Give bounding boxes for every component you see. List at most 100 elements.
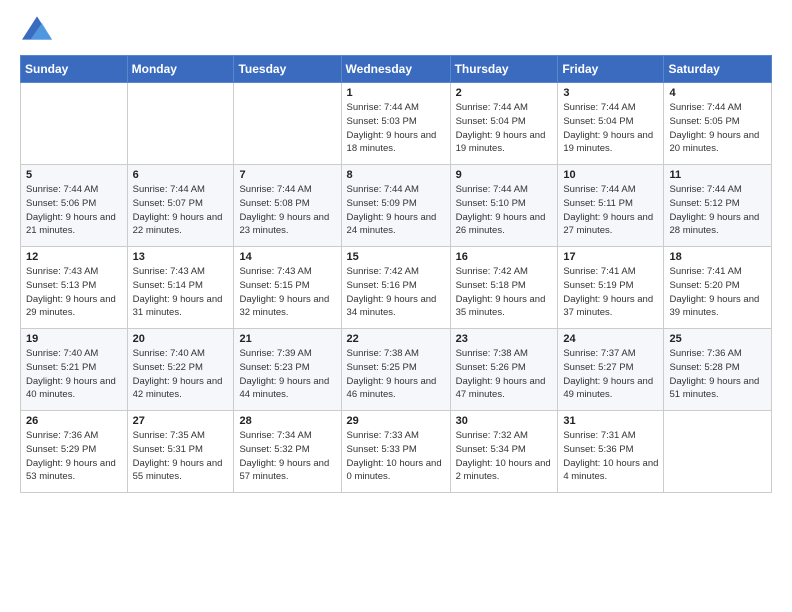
daylight-label: Daylight: 9 hours and 28 minutes. [669, 212, 759, 237]
day-number: 6 [133, 169, 229, 181]
sunrise-label: Sunrise: 7:44 AM [347, 184, 419, 195]
week-row-3: 12 Sunrise: 7:43 AM Sunset: 5:13 PM Dayl… [21, 247, 772, 329]
calendar-cell: 1 Sunrise: 7:44 AM Sunset: 5:03 PM Dayli… [341, 83, 450, 165]
day-number: 16 [456, 251, 553, 263]
sunset-label: Sunset: 5:05 PM [669, 116, 739, 127]
sunset-label: Sunset: 5:14 PM [133, 280, 203, 291]
sunrise-label: Sunrise: 7:40 AM [26, 348, 98, 359]
cell-info: Sunrise: 7:38 AM Sunset: 5:25 PM Dayligh… [347, 347, 445, 402]
sunrise-label: Sunrise: 7:44 AM [563, 102, 635, 113]
sunset-label: Sunset: 5:21 PM [26, 362, 96, 373]
cell-info: Sunrise: 7:41 AM Sunset: 5:20 PM Dayligh… [669, 265, 766, 320]
calendar-cell: 21 Sunrise: 7:39 AM Sunset: 5:23 PM Dayl… [234, 329, 341, 411]
daylight-label: Daylight: 9 hours and 49 minutes. [563, 376, 653, 401]
sunrise-label: Sunrise: 7:44 AM [26, 184, 98, 195]
col-sunday: Sunday [21, 56, 128, 83]
daylight-label: Daylight: 9 hours and 42 minutes. [133, 376, 223, 401]
sunset-label: Sunset: 5:33 PM [347, 444, 417, 455]
sunrise-label: Sunrise: 7:41 AM [669, 266, 741, 277]
cell-info: Sunrise: 7:36 AM Sunset: 5:29 PM Dayligh… [26, 429, 122, 484]
day-number: 5 [26, 169, 122, 181]
sunrise-label: Sunrise: 7:42 AM [456, 266, 528, 277]
sunrise-label: Sunrise: 7:40 AM [133, 348, 205, 359]
calendar-cell [127, 83, 234, 165]
cell-info: Sunrise: 7:37 AM Sunset: 5:27 PM Dayligh… [563, 347, 658, 402]
daylight-label: Daylight: 9 hours and 23 minutes. [239, 212, 329, 237]
sunset-label: Sunset: 5:36 PM [563, 444, 633, 455]
col-friday: Friday [558, 56, 664, 83]
sunrise-label: Sunrise: 7:44 AM [669, 102, 741, 113]
day-number: 30 [456, 415, 553, 427]
day-number: 18 [669, 251, 766, 263]
cell-info: Sunrise: 7:40 AM Sunset: 5:21 PM Dayligh… [26, 347, 122, 402]
calendar-cell: 2 Sunrise: 7:44 AM Sunset: 5:04 PM Dayli… [450, 83, 558, 165]
daylight-label: Daylight: 9 hours and 21 minutes. [26, 212, 116, 237]
day-number: 20 [133, 333, 229, 345]
cell-info: Sunrise: 7:36 AM Sunset: 5:28 PM Dayligh… [669, 347, 766, 402]
daylight-label: Daylight: 9 hours and 31 minutes. [133, 294, 223, 319]
calendar-cell: 4 Sunrise: 7:44 AM Sunset: 5:05 PM Dayli… [664, 83, 772, 165]
sunrise-label: Sunrise: 7:43 AM [26, 266, 98, 277]
col-thursday: Thursday [450, 56, 558, 83]
day-number: 19 [26, 333, 122, 345]
cell-info: Sunrise: 7:43 AM Sunset: 5:15 PM Dayligh… [239, 265, 335, 320]
sunrise-label: Sunrise: 7:36 AM [669, 348, 741, 359]
sunset-label: Sunset: 5:07 PM [133, 198, 203, 209]
calendar-cell: 18 Sunrise: 7:41 AM Sunset: 5:20 PM Dayl… [664, 247, 772, 329]
day-number: 27 [133, 415, 229, 427]
calendar-header-row: Sunday Monday Tuesday Wednesday Thursday… [21, 56, 772, 83]
calendar-cell: 9 Sunrise: 7:44 AM Sunset: 5:10 PM Dayli… [450, 165, 558, 247]
day-number: 8 [347, 169, 445, 181]
sunrise-label: Sunrise: 7:32 AM [456, 430, 528, 441]
cell-info: Sunrise: 7:38 AM Sunset: 5:26 PM Dayligh… [456, 347, 553, 402]
daylight-label: Daylight: 9 hours and 26 minutes. [456, 212, 546, 237]
cell-info: Sunrise: 7:43 AM Sunset: 5:13 PM Dayligh… [26, 265, 122, 320]
sunset-label: Sunset: 5:03 PM [347, 116, 417, 127]
calendar-cell: 17 Sunrise: 7:41 AM Sunset: 5:19 PM Dayl… [558, 247, 664, 329]
day-number: 14 [239, 251, 335, 263]
sunset-label: Sunset: 5:28 PM [669, 362, 739, 373]
daylight-label: Daylight: 9 hours and 24 minutes. [347, 212, 437, 237]
sunrise-label: Sunrise: 7:44 AM [456, 102, 528, 113]
day-number: 21 [239, 333, 335, 345]
day-number: 24 [563, 333, 658, 345]
sunset-label: Sunset: 5:20 PM [669, 280, 739, 291]
col-saturday: Saturday [664, 56, 772, 83]
day-number: 3 [563, 87, 658, 99]
calendar-cell: 26 Sunrise: 7:36 AM Sunset: 5:29 PM Dayl… [21, 411, 128, 493]
day-number: 31 [563, 415, 658, 427]
sunrise-label: Sunrise: 7:31 AM [563, 430, 635, 441]
daylight-label: Daylight: 9 hours and 35 minutes. [456, 294, 546, 319]
cell-info: Sunrise: 7:41 AM Sunset: 5:19 PM Dayligh… [563, 265, 658, 320]
cell-info: Sunrise: 7:33 AM Sunset: 5:33 PM Dayligh… [347, 429, 445, 484]
sunrise-label: Sunrise: 7:44 AM [133, 184, 205, 195]
calendar-cell: 31 Sunrise: 7:31 AM Sunset: 5:36 PM Dayl… [558, 411, 664, 493]
sunrise-label: Sunrise: 7:33 AM [347, 430, 419, 441]
day-number: 26 [26, 415, 122, 427]
day-number: 29 [347, 415, 445, 427]
day-number: 17 [563, 251, 658, 263]
calendar-cell [234, 83, 341, 165]
sunset-label: Sunset: 5:09 PM [347, 198, 417, 209]
daylight-label: Daylight: 9 hours and 53 minutes. [26, 458, 116, 483]
cell-info: Sunrise: 7:35 AM Sunset: 5:31 PM Dayligh… [133, 429, 229, 484]
day-number: 4 [669, 87, 766, 99]
cell-info: Sunrise: 7:44 AM Sunset: 5:08 PM Dayligh… [239, 183, 335, 238]
cell-info: Sunrise: 7:44 AM Sunset: 5:12 PM Dayligh… [669, 183, 766, 238]
week-row-4: 19 Sunrise: 7:40 AM Sunset: 5:21 PM Dayl… [21, 329, 772, 411]
calendar-cell: 10 Sunrise: 7:44 AM Sunset: 5:11 PM Dayl… [558, 165, 664, 247]
cell-info: Sunrise: 7:43 AM Sunset: 5:14 PM Dayligh… [133, 265, 229, 320]
logo-icon [22, 16, 52, 40]
sunrise-label: Sunrise: 7:42 AM [347, 266, 419, 277]
sunset-label: Sunset: 5:25 PM [347, 362, 417, 373]
sunrise-label: Sunrise: 7:37 AM [563, 348, 635, 359]
calendar-cell: 24 Sunrise: 7:37 AM Sunset: 5:27 PM Dayl… [558, 329, 664, 411]
calendar-cell: 15 Sunrise: 7:42 AM Sunset: 5:16 PM Dayl… [341, 247, 450, 329]
col-wednesday: Wednesday [341, 56, 450, 83]
sunrise-label: Sunrise: 7:44 AM [563, 184, 635, 195]
calendar-cell: 11 Sunrise: 7:44 AM Sunset: 5:12 PM Dayl… [664, 165, 772, 247]
calendar-cell: 19 Sunrise: 7:40 AM Sunset: 5:21 PM Dayl… [21, 329, 128, 411]
daylight-label: Daylight: 9 hours and 44 minutes. [239, 376, 329, 401]
day-number: 1 [347, 87, 445, 99]
cell-info: Sunrise: 7:44 AM Sunset: 5:11 PM Dayligh… [563, 183, 658, 238]
